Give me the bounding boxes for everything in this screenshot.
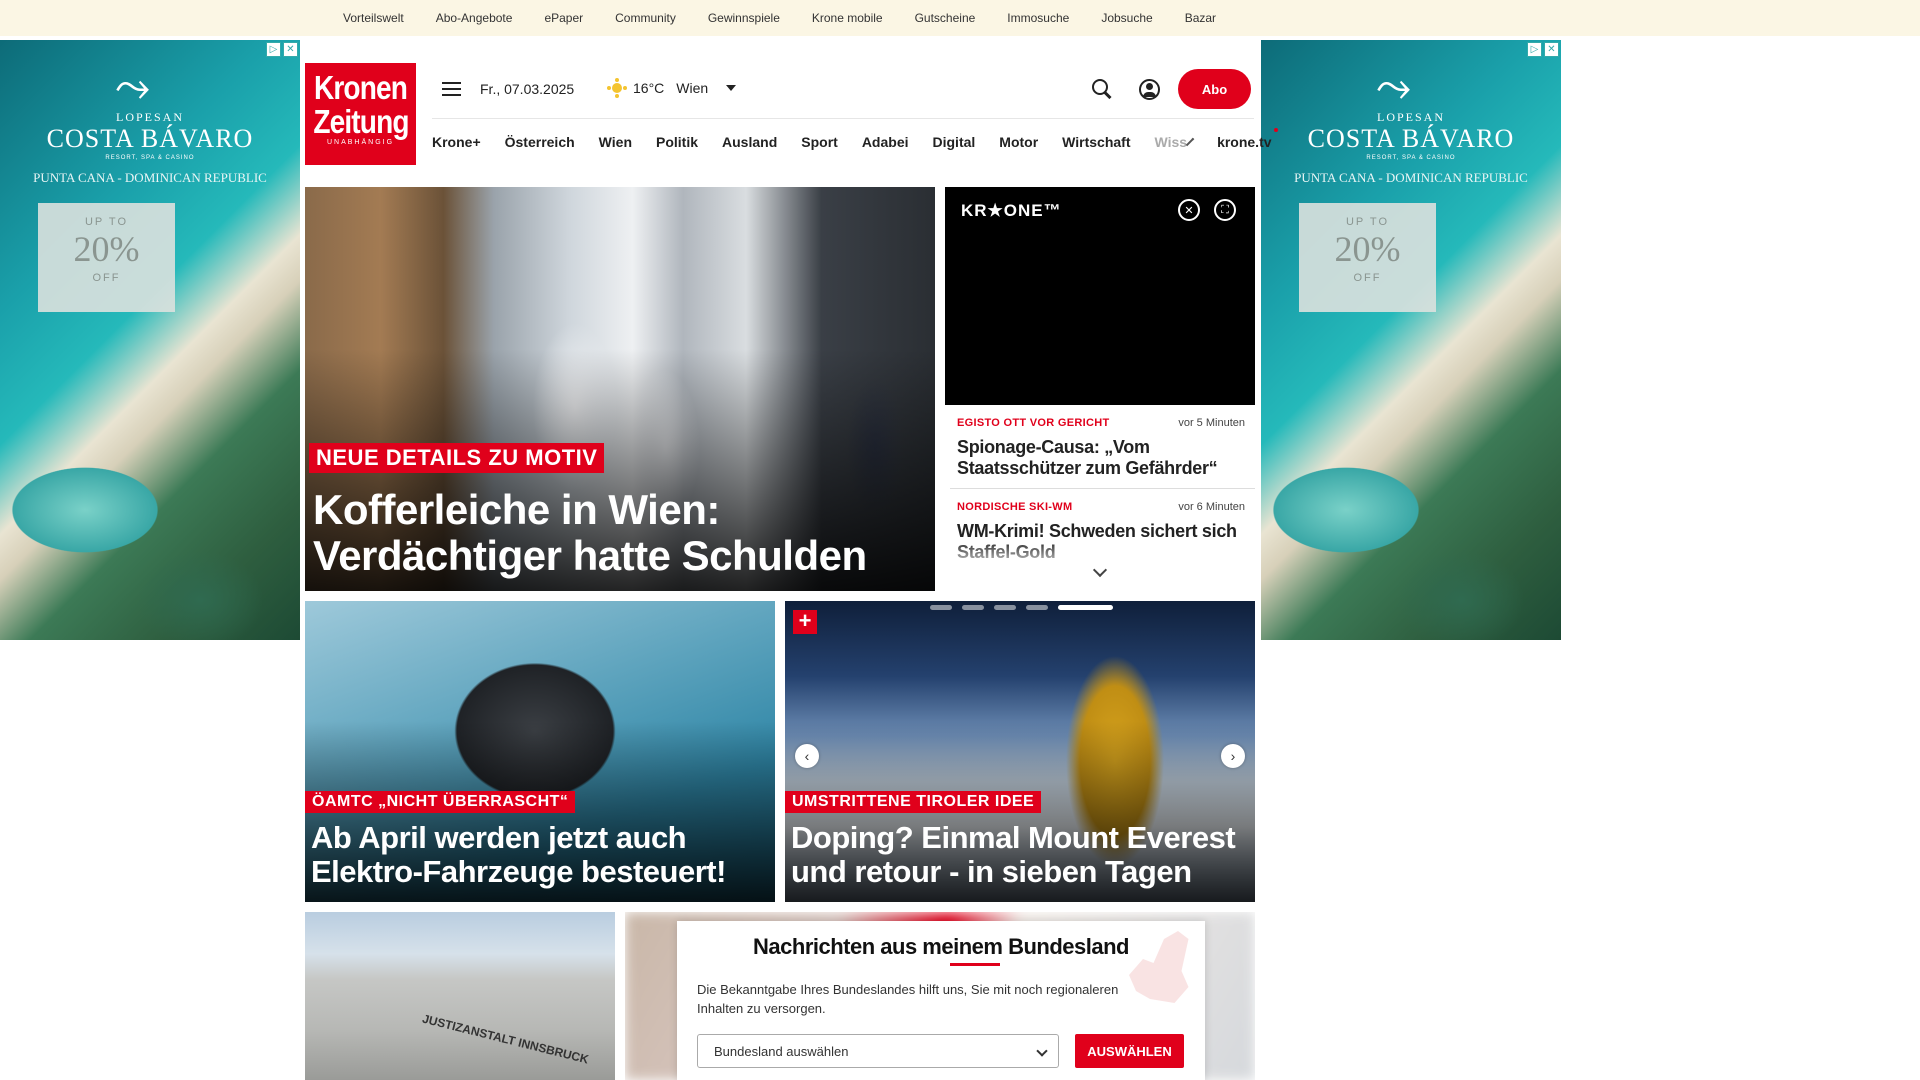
ad-banner-left[interactable]: ▷ ✕ ⤳ LOPESAN COSTA BÁVARO RESORT, SPA &… [0,40,300,640]
fullscreen-icon[interactable]: ⛶ [1214,199,1236,221]
nav-item-wissen[interactable]: Wiss [1155,134,1188,150]
ad-location: PUNTA CANA - DOMINICAN REPUBLIC [33,170,267,185]
temperature: 16°C [633,80,665,96]
nav-item-oesterreich[interactable]: Österreich [505,134,575,150]
fish-logo-icon: ⤳ [1376,62,1412,111]
current-date: Fr., 07.03.2025 [480,81,575,97]
fish-logo-icon: ⤳ [115,62,151,111]
ad-offer-percent: 20% [73,229,140,269]
menu-icon[interactable] [442,82,461,96]
ad-offer-bottom: OFF [92,272,121,284]
ad-banner-right[interactable]: ▷ ✕ ⤳ LOPESAN COSTA BÁVARO RESORT, SPA &… [1261,40,1561,640]
nav-item-wirtschaft[interactable]: Wirtschaft [1062,134,1130,150]
ad-brand-main: COSTA BÁVARO [46,124,254,153]
ad-brand-main: COSTA BÁVARO [1307,124,1515,153]
ad-controls: ▷ ✕ [1527,42,1559,57]
utility-link-abo-angebote[interactable]: Abo-Angebote [436,11,513,25]
ad-location: PUNTA CANA - DOMINICAN REPUBLIC [1294,170,1528,185]
dialog-description: Die Bekanntgabe Ihres Bundeslandes hilft… [697,982,1119,1016]
account-icon[interactable] [1139,79,1160,100]
utility-link-bazar[interactable]: Bazar [1185,11,1216,25]
ad-offer-percent: 20% [1334,229,1401,269]
hero-kicker: NEUE DETAILS ZU MOTIV [309,443,605,473]
carousel-dot[interactable] [1026,605,1048,610]
ticker-headline: Spionage-Causa: „Vom Staatsschützer zum … [957,437,1218,478]
chevron-right-icon[interactable] [1185,137,1195,146]
chevron-down-icon[interactable] [726,85,737,91]
nav-item-motor[interactable]: Motor [999,134,1038,150]
logo-tagline: UNABHÄNGIG [326,139,395,146]
ad-controls: ▷ ✕ [266,42,298,57]
utility-link-vorteilswelt[interactable]: Vorteilswelt [343,11,404,25]
utility-link-gutscheine[interactable]: Gutscheine [915,11,976,25]
weather-widget[interactable]: 16°C Wien [607,78,737,98]
video-player[interactable]: KR★ONE™ ✕ ⛶ [945,187,1255,405]
story-card-electric[interactable]: ÖAMTC „NICHT ÜBERRASCHT“ Ab April werden… [305,601,775,902]
utility-nav: Vorteilswelt Abo-Angebote ePaper Communi… [0,0,1920,36]
ad-close-icon[interactable]: ✕ [283,42,298,57]
carousel-dot-active[interactable] [1058,605,1113,610]
ad-brand-sub: RESORT, SPA & CASINO [105,155,195,161]
carousel-next-button[interactable]: › [1221,744,1245,768]
nav-item-ausland[interactable]: Ausland [722,134,777,150]
nav-item-wien[interactable]: Wien [599,134,632,150]
abo-button[interactable]: Abo [1178,69,1251,109]
search-icon[interactable] [1092,79,1112,99]
ad-brand-small: LOPESAN [115,110,184,124]
ad-brand-small: LOPESAN [1376,110,1445,124]
card-headline: Ab April werden jetzt auch Elektro-Fahrz… [311,820,726,890]
utility-link-epaper[interactable]: ePaper [544,11,583,25]
confirm-region-button[interactable]: AUSWÄHLEN [1075,1034,1184,1068]
dialog-title: Nachrichten aus meinem Bundesland [753,934,1129,959]
hero-story[interactable]: NEUE DETAILS ZU MOTIV Kofferleiche in Wi… [305,187,935,591]
ad-close-icon[interactable]: ✕ [1544,42,1559,57]
title-underline [950,963,1000,966]
carousel-indicators [930,605,1113,610]
nav-item-digital[interactable]: Digital [933,134,976,150]
main-nav: Krone+ Österreich Wien Politik Ausland S… [432,118,1278,164]
carousel-prev-button[interactable]: ‹ [795,744,819,768]
sun-icon [607,78,627,98]
ticker-time: vor 6 Minuten [1178,501,1245,514]
region-selection-dialog: Nachrichten aus meinem Bundesland Die Be… [677,921,1205,1080]
nav-item-sport[interactable]: Sport [801,134,838,150]
card-kicker: ÖAMTC „NICHT ÜBERRASCHT“ [305,791,576,813]
ad-offer-bottom: OFF [1353,272,1382,284]
carousel-dot[interactable] [930,605,952,610]
ticker-time: vor 5 Minuten [1178,417,1245,429]
ad-offer-box: UP TO 20% OFF [38,203,175,312]
live-dot-icon [1273,127,1278,132]
utility-link-gewinnspiele[interactable]: Gewinnspiele [708,11,780,25]
mute-icon[interactable]: ✕ [1178,199,1200,221]
carousel-dot[interactable] [962,605,984,610]
logo-line2: Zeitung [313,103,409,140]
utility-link-krone-mobile[interactable]: Krone mobile [812,11,883,25]
story-card-prison[interactable]: JUSTIZANSTALT INNSBRUCK [305,912,615,1080]
card-kicker: UMSTRITTENE TIROLER IDEE [785,791,1042,813]
logo-line1: Kronen [313,69,408,106]
ad-brand-sub: RESORT, SPA & CASINO [1366,155,1456,161]
bundesland-select[interactable]: Bundesland auswählen [697,1034,1059,1068]
ad-info-icon[interactable]: ▷ [1527,42,1542,57]
nav-item-krone-tv[interactable]: krone.tv [1217,127,1278,150]
krone-tv-logo: KR★ONE™ [961,201,1062,220]
nav-item-adabei[interactable]: Adabei [862,134,909,150]
ad-offer-top: UP TO [84,216,129,228]
site-logo[interactable]: Kronen Zeitung UNABHÄNGIG [305,63,416,165]
ad-info-icon[interactable]: ▷ [266,42,281,57]
carousel-dot[interactable] [994,605,1016,610]
krone-plus-badge: + [793,610,817,634]
ticker-item[interactable]: EGISTO OTT VOR GERICHT vor 5 Minuten Spi… [950,405,1255,490]
story-card-everest[interactable]: UMSTRITTENE TIROLER IDEE Doping? Einmal … [785,601,1255,902]
utility-link-immosuche[interactable]: Immosuche [1007,11,1069,25]
nav-item-krone-plus[interactable]: Krone+ [432,134,481,150]
utility-link-community[interactable]: Community [615,11,676,25]
ad-offer-box: UP TO 20% OFF [1299,203,1436,312]
ad-offer-top: UP TO [1345,216,1390,228]
utility-link-jobsuche[interactable]: Jobsuche [1101,11,1152,25]
nav-item-politik[interactable]: Politik [656,134,698,150]
card-headline: Doping? Einmal Mount Everest und retour … [791,820,1236,890]
city-selector[interactable]: Wien [676,80,708,96]
hero-headline: Kofferleiche in Wien: Verdächtiger hatte… [313,486,867,580]
